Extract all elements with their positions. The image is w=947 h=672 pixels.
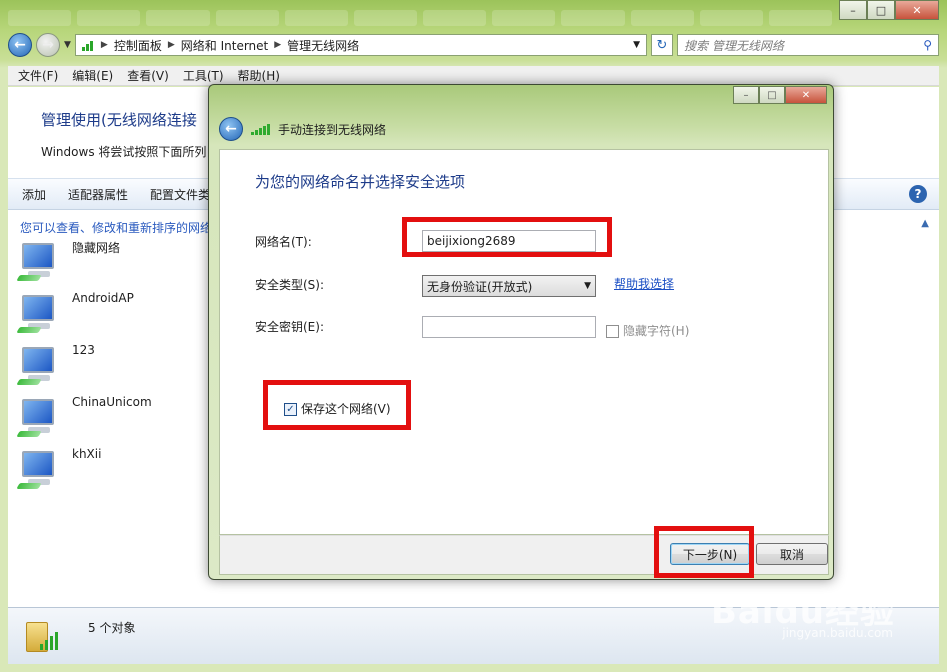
page-description: Windows 将尝试按照下面所列 <box>41 145 207 159</box>
list-item[interactable]: 隐藏网络 <box>16 239 152 291</box>
highlight-box-next <box>654 526 754 578</box>
network-name: 123 <box>72 343 95 357</box>
menu-file[interactable]: 文件(F) <box>18 67 58 84</box>
add-button[interactable]: 添加 <box>22 186 46 203</box>
address-bar[interactable]: ▶ 控制面板 ▶ 网络和 Internet ▶ 管理无线网络 ▼ <box>74 34 647 56</box>
search-input[interactable]: 搜索 管理无线网络 ⚲ <box>677 34 939 56</box>
list-hint: 您可以查看、修改和重新排序的网络 <box>20 221 213 235</box>
breadcrumb-control-panel[interactable]: 控制面板 <box>114 37 162 54</box>
network-list: 隐藏网络 AndroidAP 123 ChinaUnicom khXii <box>16 239 152 499</box>
list-item[interactable]: khXii <box>16 447 152 499</box>
dialog-heading: 为您的网络命名并选择安全选项 <box>255 173 466 191</box>
dialog-close-button[interactable]: ✕ <box>785 86 827 104</box>
list-item[interactable]: 123 <box>16 343 152 395</box>
menu-help[interactable]: 帮助(H) <box>238 67 280 84</box>
dialog-title: 手动连接到无线网络 <box>278 122 387 137</box>
forward-button[interactable]: → <box>36 33 60 57</box>
chevron-right-icon[interactable]: ▶ <box>168 40 175 50</box>
dialog-back-button[interactable]: ← <box>219 117 243 141</box>
minimize-button[interactable]: – <box>839 0 867 20</box>
hide-characters-label: 隐藏字符(H) <box>623 324 690 338</box>
close-button[interactable]: ✕ <box>895 0 939 20</box>
highlight-box-save-network <box>263 380 411 430</box>
chevron-down-icon: ▼ <box>584 281 591 291</box>
security-type-label: 安全类型(S): <box>255 278 325 292</box>
maximize-button[interactable]: □ <box>867 0 895 20</box>
list-item[interactable]: ChinaUnicom <box>16 395 152 447</box>
security-key-label: 安全密钥(E): <box>255 320 324 334</box>
hide-characters-checkbox[interactable]: 隐藏字符(H) <box>606 322 689 339</box>
search-icon[interactable]: ⚲ <box>923 38 932 52</box>
chevron-right-icon[interactable]: ▶ <box>101 40 108 50</box>
address-dropdown-icon[interactable]: ▼ <box>633 40 640 50</box>
recent-pages-dropdown-icon[interactable]: ▼ <box>64 40 71 50</box>
search-placeholder: 搜索 管理无线网络 <box>684 38 784 53</box>
dialog-body: 为您的网络命名并选择安全选项 网络名(T): beijixiong2689 安全… <box>219 149 829 535</box>
help-icon[interactable]: ? <box>909 185 927 203</box>
network-folder-icon <box>81 39 93 51</box>
security-key-field[interactable] <box>422 316 596 338</box>
highlight-box-network-name <box>402 217 612 257</box>
network-name: khXii <box>72 447 102 461</box>
menu-view[interactable]: 查看(V) <box>127 67 169 84</box>
adapter-properties-button[interactable]: 适配器属性 <box>68 186 128 203</box>
cancel-button[interactable]: 取消 <box>756 543 828 565</box>
wireless-network-icon <box>16 447 58 491</box>
menu-tools[interactable]: 工具(T) <box>183 67 224 84</box>
dialog-footer: 下一步(N) 取消 <box>219 526 829 578</box>
security-type-select[interactable]: 无身份验证(开放式) ▼ <box>422 275 596 297</box>
security-type-value: 无身份验证(开放式) <box>427 279 533 294</box>
network-name-label: 网络名(T): <box>255 235 312 249</box>
profile-types-button[interactable]: 配置文件类 <box>150 186 210 203</box>
refresh-icon[interactable]: ↻ <box>651 34 673 56</box>
breadcrumb-network-internet[interactable]: 网络和 Internet <box>181 37 268 54</box>
page-title: 管理使用(无线网络连接 <box>41 111 197 129</box>
wireless-network-icon <box>16 395 58 439</box>
breadcrumb-manage-wireless[interactable]: 管理无线网络 <box>287 37 359 54</box>
list-item[interactable]: AndroidAP <box>16 291 152 343</box>
wireless-network-icon <box>16 291 58 335</box>
background-taskbar-strip <box>0 0 840 30</box>
network-name: 隐藏网络 <box>72 241 121 255</box>
help-me-choose-link[interactable]: 帮助我选择 <box>614 275 674 292</box>
connect-wireless-dialog: – □ ✕ ← 手动连接到无线网络 为您的网络命名并选择安全选项 网络名(T):… <box>208 84 834 580</box>
wireless-network-icon <box>16 239 58 283</box>
menu-bar: 文件(F) 编辑(E) 查看(V) 工具(T) 帮助(H) <box>8 66 939 86</box>
back-button[interactable]: ← <box>8 33 32 57</box>
checkbox-icon <box>606 325 619 338</box>
collapse-chevron-icon[interactable]: ▲ <box>921 218 929 229</box>
dialog-minimize-button[interactable]: – <box>733 86 759 104</box>
chevron-right-icon[interactable]: ▶ <box>274 40 281 50</box>
object-count: 5 个对象 <box>88 621 136 635</box>
menu-edit[interactable]: 编辑(E) <box>72 67 113 84</box>
watermark-url: jingyan.baidu.com <box>782 626 893 640</box>
wireless-network-icon <box>16 343 58 387</box>
network-name: ChinaUnicom <box>72 395 152 409</box>
address-row: ← → ▼ ▶ 控制面板 ▶ 网络和 Internet ▶ 管理无线网络 ▼ ↻… <box>8 33 939 57</box>
dialog-caption-buttons: – □ ✕ <box>733 86 827 104</box>
breadcrumb: ▶ 控制面板 ▶ 网络和 Internet ▶ 管理无线网络 <box>101 37 359 54</box>
network-name: AndroidAP <box>72 291 134 305</box>
wifi-signal-icon <box>251 123 270 135</box>
dialog-header: ← 手动连接到无线网络 <box>219 117 386 141</box>
window-caption-buttons: – □ ✕ <box>839 0 939 20</box>
wireless-folder-icon <box>26 618 62 656</box>
dialog-maximize-button[interactable]: □ <box>759 86 785 104</box>
